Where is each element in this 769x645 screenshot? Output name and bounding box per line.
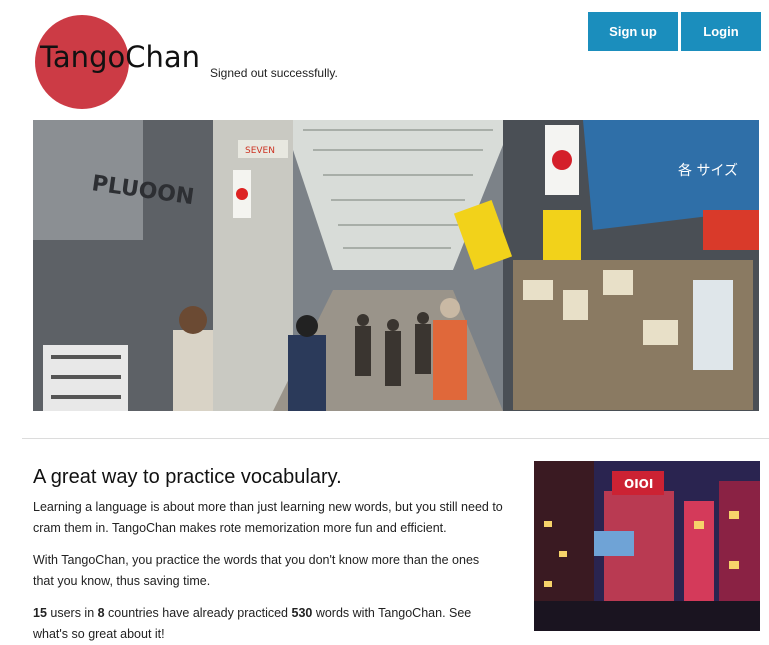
oioi-sign: OIOI — [624, 477, 653, 491]
side-illustration: OIOI — [534, 461, 760, 631]
words-count: 530 — [291, 606, 313, 620]
logo-text[interactable]: TangoChan — [40, 40, 200, 74]
headline: A great way to practice vocabulary. — [33, 466, 342, 488]
side-image: OIOI — [534, 461, 760, 631]
flash-message: Signed out successfully. — [210, 66, 338, 80]
users-text: users in — [46, 606, 98, 620]
stats-paragraph: 15 users in 8 countries have already pra… — [33, 603, 503, 645]
countries-count: 8 — [97, 606, 105, 620]
intro-paragraph: Learning a language is about more than j… — [33, 500, 503, 535]
shop-sign: 各 サイズ — [678, 163, 738, 179]
hero-illustration: PLUOON SEVEN 各 サイズ — [33, 120, 759, 411]
countries-text: countries have already practiced — [104, 606, 292, 620]
hero-image: PLUOON SEVEN 各 サイズ — [33, 120, 759, 411]
login-button[interactable]: Login — [681, 12, 761, 51]
benefit-paragraph: With TangoChan, you practice the words t… — [33, 553, 480, 588]
section-divider — [22, 438, 769, 439]
users-count: 15 — [33, 606, 47, 620]
signup-button[interactable]: Sign up — [588, 12, 678, 51]
seven-sign: SEVEN — [245, 146, 275, 156]
